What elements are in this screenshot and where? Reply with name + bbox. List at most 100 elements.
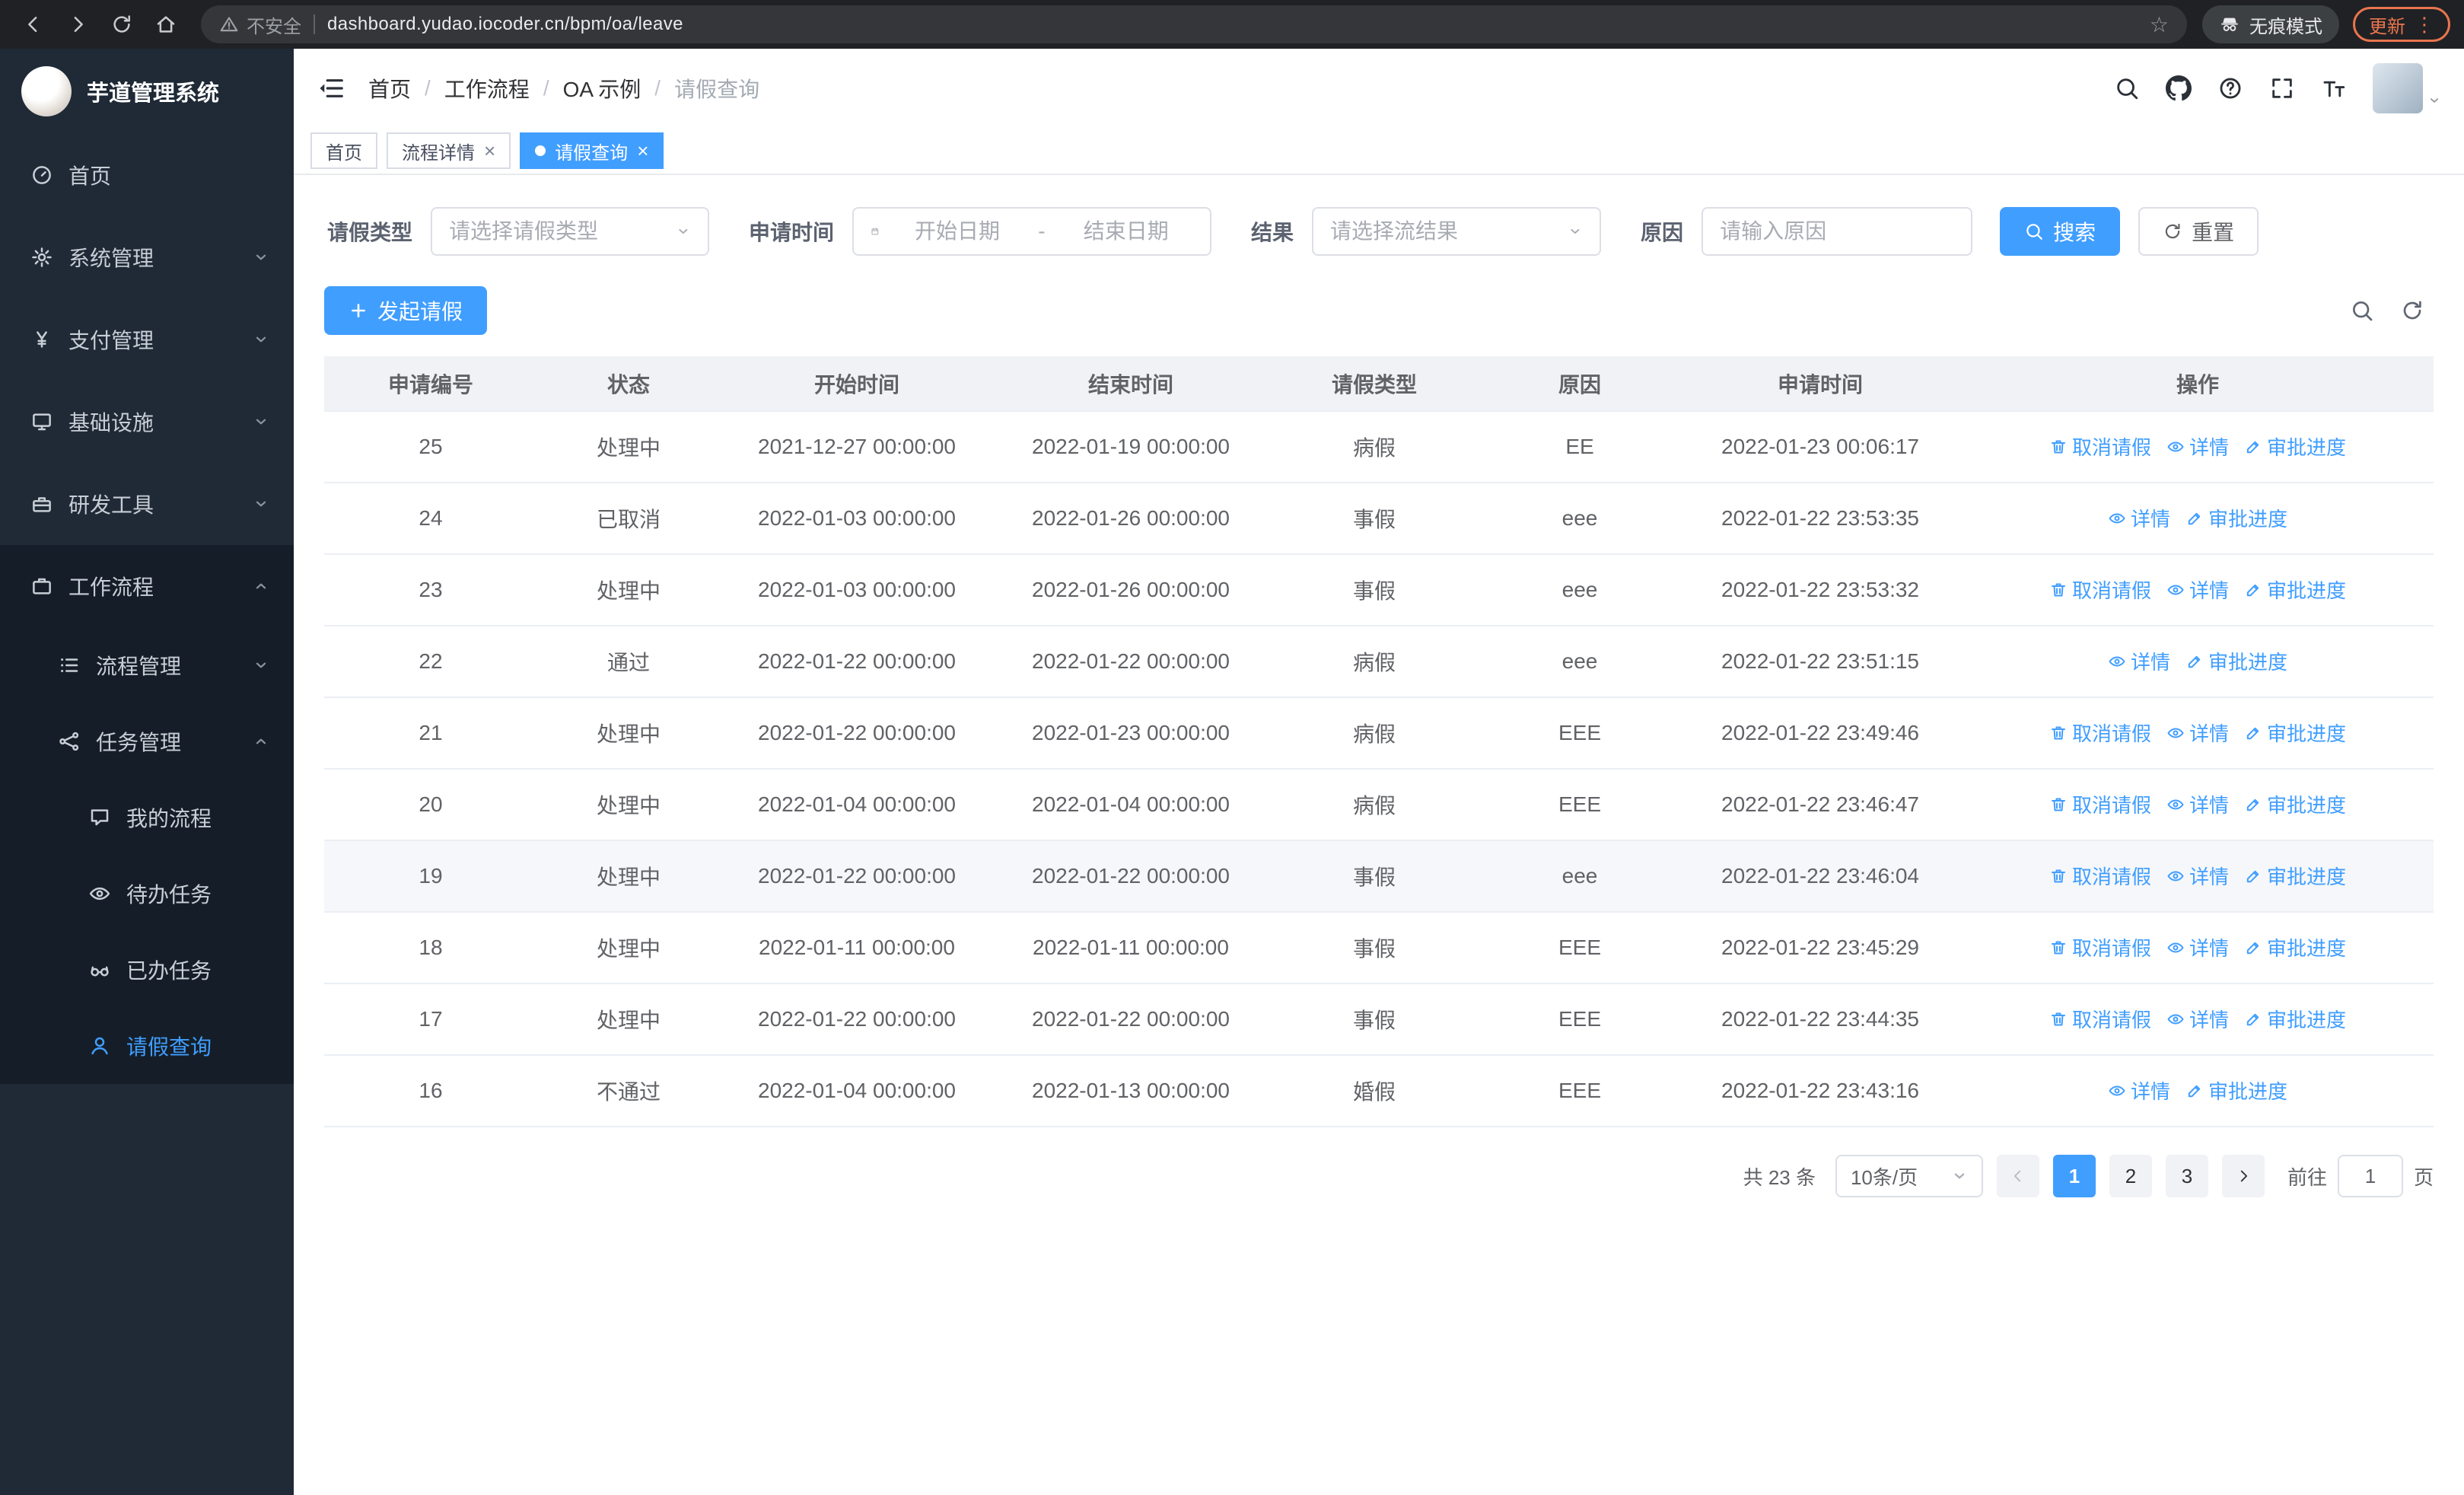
github-icon[interactable] [2166, 75, 2192, 101]
cell-leave-type: 病假 [1268, 411, 1481, 483]
cancel-leave-link[interactable]: 取消请假 [2049, 432, 2151, 461]
approval-progress-link[interactable]: 审批进度 [2244, 790, 2346, 818]
detail-link[interactable]: 详情 [2166, 575, 2229, 604]
edit-icon [2244, 795, 2262, 814]
page-button-2[interactable]: 2 [2109, 1155, 2152, 1197]
start-date-input[interactable] [890, 219, 1025, 244]
sidebar-item-done-tasks[interactable]: 已办任务 [0, 932, 294, 1008]
question-icon[interactable] [2217, 75, 2243, 101]
collapse-sidebar-button[interactable] [317, 74, 345, 103]
browser-reload-button[interactable] [102, 5, 142, 44]
detail-link[interactable]: 详情 [2166, 790, 2229, 818]
sidebar-item-infra[interactable]: 基础设施 [0, 381, 294, 463]
font-size-icon[interactable] [2321, 75, 2347, 101]
cancel-leave-link[interactable]: 取消请假 [2049, 790, 2151, 818]
dashboard-icon [30, 164, 53, 186]
prev-page-button[interactable] [1996, 1155, 2039, 1197]
sidebar-item-system[interactable]: 系统管理 [0, 216, 294, 298]
cell-leave-type: 婚假 [1268, 1055, 1481, 1127]
close-icon[interactable]: × [484, 141, 495, 161]
menu-kebab-icon[interactable]: ⋮ [2415, 14, 2434, 34]
fullscreen-icon[interactable] [2269, 75, 2295, 101]
tab-leave-query[interactable]: 请假查询 × [520, 132, 664, 169]
detail-link[interactable]: 详情 [2108, 504, 2170, 532]
tab-process-detail[interactable]: 流程详情 × [387, 132, 511, 169]
sidebar-item-home[interactable]: 首页 [0, 134, 294, 216]
sidebar-item-workflow[interactable]: 工作流程 [0, 545, 294, 627]
detail-link[interactable]: 详情 [2108, 647, 2170, 675]
security-status[interactable]: 不安全 [219, 11, 301, 38]
cancel-leave-link[interactable]: 取消请假 [2049, 719, 2151, 747]
edit-icon [2185, 509, 2204, 528]
leave-type-input[interactable] [449, 219, 666, 244]
user-icon [88, 1034, 111, 1057]
result-input[interactable] [1330, 219, 1558, 244]
sidebar-item-leave-query[interactable]: 请假查询 [0, 1008, 294, 1084]
pagination-goto: 前往 页 [2287, 1155, 2434, 1197]
search-icon[interactable] [2114, 75, 2140, 101]
cancel-leave-link[interactable]: 取消请假 [2049, 575, 2151, 604]
result-select[interactable] [1312, 207, 1602, 256]
cell-id: 22 [324, 626, 537, 698]
search-button[interactable]: 搜索 [2000, 207, 2121, 256]
close-icon[interactable]: × [637, 141, 648, 161]
breadcrumb-current: 请假查询 [674, 78, 760, 101]
refresh-icon[interactable] [2400, 298, 2424, 323]
col-apply-time: 申请时间 [1679, 356, 1962, 412]
create-leave-button[interactable]: 发起请假 [324, 286, 488, 335]
apply-time-range-picker[interactable]: - [852, 207, 1212, 256]
detail-link[interactable]: 详情 [2166, 432, 2229, 461]
approval-progress-link[interactable]: 审批进度 [2185, 647, 2287, 675]
app-logo[interactable]: 芋道管理系统 [0, 49, 294, 134]
detail-link[interactable]: 详情 [2166, 933, 2229, 961]
goto-page-input[interactable] [2337, 1155, 2403, 1197]
detail-link[interactable]: 详情 [2166, 1005, 2229, 1033]
sidebar-item-process-mgmt[interactable]: 流程管理 [0, 627, 294, 703]
breadcrumb-workflow[interactable]: 工作流程 [444, 73, 530, 104]
end-date-input[interactable] [1059, 219, 1194, 244]
reset-button[interactable]: 重置 [2138, 207, 2259, 256]
browser-home-button[interactable] [146, 5, 186, 44]
approval-progress-link[interactable]: 审批进度 [2244, 719, 2346, 747]
search-toggle-icon[interactable] [2350, 298, 2374, 323]
approval-progress-link[interactable]: 审批进度 [2185, 504, 2287, 532]
monitor-icon [30, 410, 53, 433]
breadcrumb-home[interactable]: 首页 [368, 73, 411, 104]
detail-link[interactable]: 详情 [2108, 1076, 2170, 1105]
page-size-select[interactable]: 10条/页 [1835, 1155, 1983, 1197]
cancel-leave-link[interactable]: 取消请假 [2049, 862, 2151, 890]
approval-progress-link[interactable]: 审批进度 [2244, 933, 2346, 961]
approval-progress-link[interactable]: 审批进度 [2244, 862, 2346, 890]
address-bar[interactable]: 不安全 dashboard.yudao.iocoder.cn/bpm/oa/le… [201, 5, 2187, 43]
reason-input[interactable] [1720, 219, 1955, 244]
approval-progress-link[interactable]: 审批进度 [2244, 1005, 2346, 1033]
tab-home[interactable]: 首页 [310, 132, 377, 169]
approval-progress-link[interactable]: 审批进度 [2185, 1076, 2287, 1105]
cancel-leave-link[interactable]: 取消请假 [2049, 933, 2151, 961]
browser-forward-button[interactable] [58, 5, 97, 44]
approval-progress-link[interactable]: 审批进度 [2244, 432, 2346, 461]
browser-update-button[interactable]: 更新 ⋮ [2353, 7, 2450, 42]
detail-link[interactable]: 详情 [2166, 719, 2229, 747]
breadcrumb-oa-example[interactable]: OA 示例 [563, 73, 641, 104]
plus-icon [349, 301, 368, 320]
sidebar-item-payment[interactable]: 支付管理 [0, 298, 294, 381]
page-button-1[interactable]: 1 [2052, 1155, 2096, 1197]
next-page-button[interactable] [2221, 1155, 2265, 1197]
reason-field[interactable] [1702, 207, 1973, 256]
cancel-leave-link[interactable]: 取消请假 [2049, 1005, 2151, 1033]
browser-back-button[interactable] [14, 5, 53, 44]
leave-type-select[interactable] [431, 207, 710, 256]
edit-icon [2244, 581, 2262, 599]
approval-progress-link[interactable]: 审批进度 [2244, 575, 2346, 604]
detail-link[interactable]: 详情 [2166, 862, 2229, 890]
back-icon [22, 13, 45, 36]
table-row: 20 处理中 2022-01-04 00:00:00 2022-01-04 00:00… [324, 769, 2434, 841]
sidebar-item-devtools[interactable]: 研发工具 [0, 463, 294, 545]
bookmark-star-icon[interactable]: ☆ [2150, 12, 2169, 37]
sidebar-item-todo-tasks[interactable]: 待办任务 [0, 856, 294, 932]
page-button-3[interactable]: 3 [2165, 1155, 2208, 1197]
sidebar-item-task-mgmt[interactable]: 任务管理 [0, 703, 294, 779]
sidebar-item-my-process[interactable]: 我的流程 [0, 779, 294, 856]
user-menu[interactable] [2373, 63, 2441, 113]
